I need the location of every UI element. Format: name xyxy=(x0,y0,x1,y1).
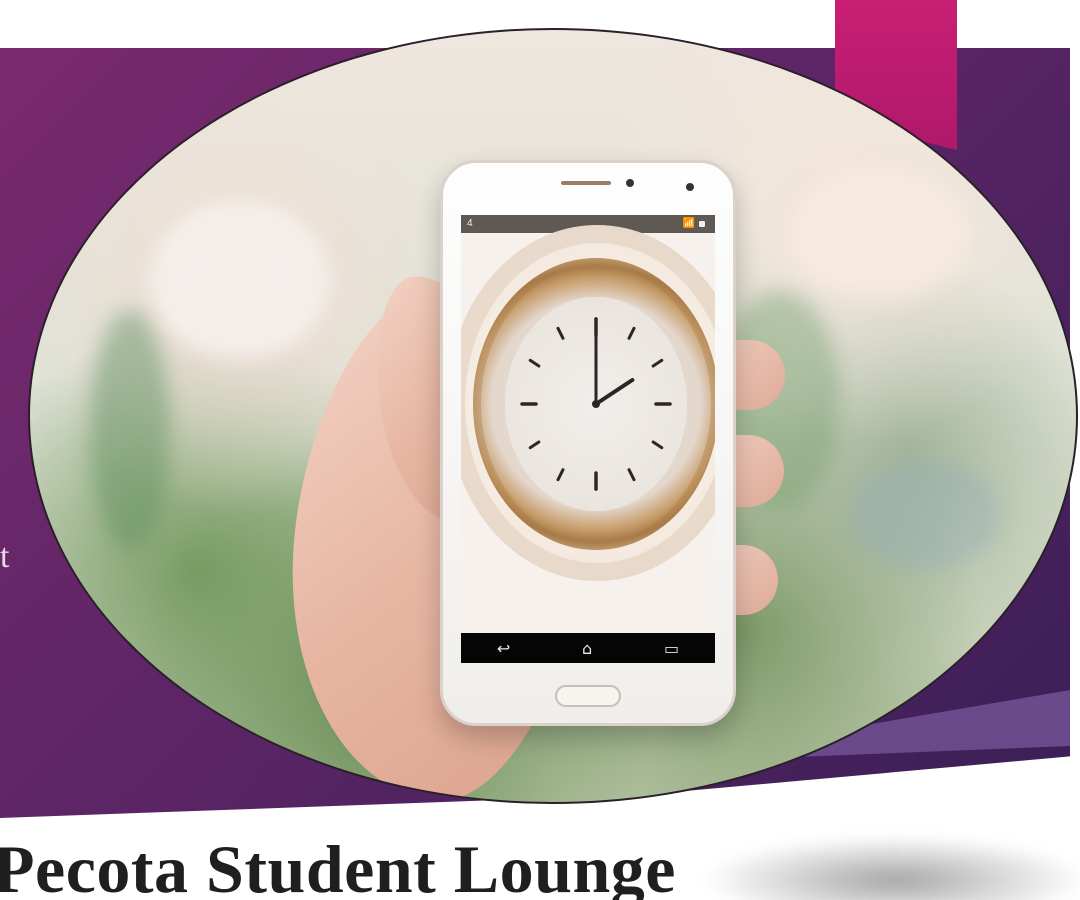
background-blur-tree-left xyxy=(90,310,170,550)
battery-icon xyxy=(699,221,705,227)
physical-home-button[interactable] xyxy=(555,685,621,707)
android-nav-bar: ↩ ⌂ ▭ xyxy=(461,633,715,663)
clock-tick xyxy=(556,326,565,340)
poster-title: Pecota Student Lounge xyxy=(0,831,676,900)
signal-icon: 📶 xyxy=(682,218,695,229)
clock-tick xyxy=(651,440,664,450)
clock-center-pin xyxy=(592,400,600,408)
clock-face xyxy=(505,297,687,511)
status-left-text: 4 xyxy=(467,218,473,229)
clock-tick xyxy=(627,326,636,340)
clock-tick xyxy=(528,358,541,368)
left-text-fragment: t xyxy=(0,538,10,575)
clock-hour-hand xyxy=(594,378,635,406)
background-blur-blue xyxy=(850,460,1000,570)
background-blur-building xyxy=(790,170,970,300)
hero-photo: 4 📶 ↩ ⌂ ▭ xyxy=(28,28,1078,804)
phone-speaker xyxy=(561,181,611,185)
clock-tick xyxy=(627,468,636,482)
status-icons: 📶 xyxy=(683,215,709,233)
clock-graphic xyxy=(520,317,672,491)
recent-apps-icon[interactable]: ▭ xyxy=(664,639,679,658)
title-shadow xyxy=(700,835,1080,900)
poster-stage: t 4 📶 ↩ ⌂ ▭ Pecota Student Lounge xyxy=(0,0,1080,900)
clock-tick xyxy=(528,440,541,450)
smartphone: 4 📶 ↩ ⌂ ▭ xyxy=(440,160,736,726)
background-blur-light xyxy=(150,200,330,360)
home-icon[interactable]: ⌂ xyxy=(582,639,592,658)
back-icon[interactable]: ↩ xyxy=(497,639,510,658)
clock-tick xyxy=(651,358,664,368)
phone-screen: 4 📶 ↩ ⌂ ▭ xyxy=(461,215,715,663)
phone-sensor-icon xyxy=(686,183,694,191)
clock-tick xyxy=(556,468,565,482)
front-camera-icon xyxy=(626,179,634,187)
